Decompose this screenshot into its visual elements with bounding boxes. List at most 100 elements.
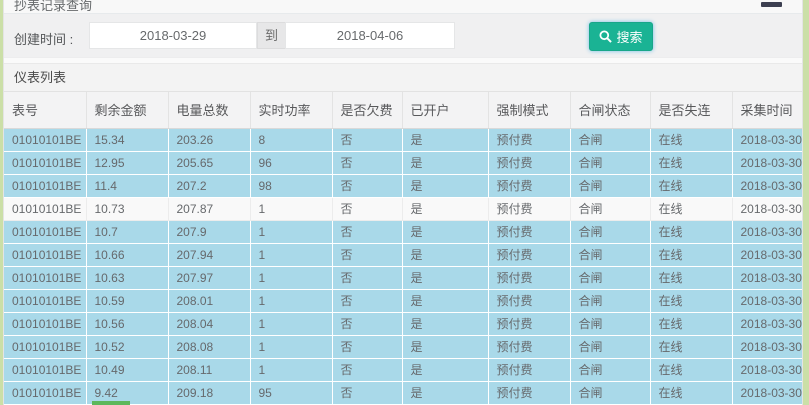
table-cell: 2018-03-30 15: (732, 289, 803, 312)
table-cell: 98 (250, 174, 332, 197)
table-cell: 在线 (650, 266, 732, 289)
table-cell: 01010101BE (4, 197, 86, 220)
table-cell: 合闸 (570, 243, 650, 266)
column-header[interactable]: 剩余金额 (86, 92, 168, 128)
table-body: 01010101BE15.34203.268否是预付费合闸在线2018-03-3… (4, 128, 803, 404)
table-row[interactable]: 01010101BE10.52208.081否是预付费合闸在线2018-03-3… (4, 335, 803, 358)
table-cell: 11.4 (86, 174, 168, 197)
table-row[interactable]: 01010101BE10.56208.041否是预付费合闸在线2018-03-3… (4, 312, 803, 335)
table-cell: 12.95 (86, 151, 168, 174)
table-cell: 01010101BE (4, 312, 86, 335)
table-cell: 合闸 (570, 335, 650, 358)
table-cell: 96 (250, 151, 332, 174)
column-header[interactable]: 是否失连 (650, 92, 732, 128)
table-cell: 否 (332, 243, 402, 266)
table-cell: 10.56 (86, 312, 168, 335)
table-cell: 1 (250, 289, 332, 312)
table-cell: 10.73 (86, 197, 168, 220)
table-row[interactable]: 01010101BE10.59208.011否是预付费合闸在线2018-03-3… (4, 289, 803, 312)
table-cell: 01010101BE (4, 128, 86, 151)
table-cell: 2018-03-30 15: (732, 151, 803, 174)
table-cell: 01010101BE (4, 289, 86, 312)
table-cell: 合闸 (570, 174, 650, 197)
table-cell: 是 (402, 358, 488, 381)
create-time-label: 创建时间 : (14, 29, 73, 48)
column-header[interactable]: 实时功率 (250, 92, 332, 128)
table-row[interactable]: 01010101BE10.63207.971否是预付费合闸在线2018-03-3… (4, 266, 803, 289)
table-cell: 01010101BE (4, 358, 86, 381)
green-indicator-bar (92, 401, 130, 405)
table-cell: 01010101BE (4, 266, 86, 289)
meter-list-header: 仪表列表 (4, 63, 802, 92)
table-cell: 是 (402, 220, 488, 243)
column-header[interactable]: 采集时间 (732, 92, 803, 128)
table-cell: 预付费 (488, 197, 570, 220)
table-cell: 合闸 (570, 381, 650, 404)
table-cell: 否 (332, 128, 402, 151)
table-row[interactable]: 01010101BE10.7207.91否是预付费合闸在线2018-03-30 … (4, 220, 803, 243)
search-icon (599, 30, 612, 43)
table-cell: 在线 (650, 335, 732, 358)
column-header[interactable]: 合闸状态 (570, 92, 650, 128)
table-cell: 209.18 (168, 381, 250, 404)
table-cell: 是 (402, 243, 488, 266)
meter-table: 表号剩余金额电量总数实时功率是否欠费已开户强制模式合闸状态是否失连采集时间 01… (4, 92, 803, 405)
table-cell: 在线 (650, 174, 732, 197)
table-cell: 207.87 (168, 197, 250, 220)
table-cell: 是 (402, 266, 488, 289)
table-cell: 预付费 (488, 174, 570, 197)
column-header[interactable]: 已开户 (402, 92, 488, 128)
table-header: 表号剩余金额电量总数实时功率是否欠费已开户强制模式合闸状态是否失连采集时间 (4, 92, 803, 128)
end-date-input[interactable] (285, 22, 455, 49)
table-cell: 1 (250, 312, 332, 335)
table-row[interactable]: 01010101BE10.66207.941否是预付费合闸在线2018-03-3… (4, 243, 803, 266)
column-header[interactable]: 是否欠费 (332, 92, 402, 128)
start-date-input[interactable] (89, 22, 257, 49)
table-row[interactable]: 01010101BE10.49208.111否是预付费合闸在线2018-03-3… (4, 358, 803, 381)
table-header-row: 表号剩余金额电量总数实时功率是否欠费已开户强制模式合闸状态是否失连采集时间 (4, 92, 803, 128)
table-cell: 是 (402, 197, 488, 220)
collapse-minus-icon[interactable] (761, 2, 782, 7)
table-cell: 否 (332, 197, 402, 220)
table-cell: 10.66 (86, 243, 168, 266)
table-row[interactable]: 01010101BE12.95205.6596否是预付费合闸在线2018-03-… (4, 151, 803, 174)
table-cell: 2018-03-30 15: (732, 243, 803, 266)
table-cell: 2018-03-30 15: (732, 197, 803, 220)
table-cell: 在线 (650, 151, 732, 174)
table-cell: 预付费 (488, 266, 570, 289)
table-cell: 15.34 (86, 128, 168, 151)
table-cell: 是 (402, 151, 488, 174)
table-row[interactable]: 01010101BE11.4207.298否是预付费合闸在线2018-03-30… (4, 174, 803, 197)
table-cell: 合闸 (570, 128, 650, 151)
table-cell: 在线 (650, 197, 732, 220)
column-header[interactable]: 电量总数 (168, 92, 250, 128)
table-cell: 是 (402, 335, 488, 358)
search-button-label: 搜索 (616, 27, 642, 46)
table-cell: 01010101BE (4, 243, 86, 266)
search-button[interactable]: 搜索 (589, 22, 653, 51)
table-cell: 在线 (650, 128, 732, 151)
table-cell: 208.11 (168, 358, 250, 381)
table-cell: 207.9 (168, 220, 250, 243)
table-cell: 在线 (650, 358, 732, 381)
table-cell: 否 (332, 174, 402, 197)
panel-title: 抄表记录查询 (14, 0, 802, 14)
table-cell: 01010101BE (4, 335, 86, 358)
table-cell: 2018-03-30 15: (732, 381, 803, 404)
panel-title-bar: 抄表记录查询 (4, 0, 802, 14)
table-cell: 208.08 (168, 335, 250, 358)
table-cell: 否 (332, 266, 402, 289)
table-row[interactable]: 01010101BE10.73207.871否是预付费合闸在线2018-03-3… (4, 197, 803, 220)
table-cell: 在线 (650, 381, 732, 404)
date-range-separator: 到 (257, 22, 286, 49)
column-header[interactable]: 表号 (4, 92, 86, 128)
filter-bar: 创建时间 : 到 搜索 (4, 14, 802, 58)
table-row[interactable]: 01010101BE15.34203.268否是预付费合闸在线2018-03-3… (4, 128, 803, 151)
table-cell: 01010101BE (4, 381, 86, 404)
table-cell: 预付费 (488, 243, 570, 266)
table-cell: 合闸 (570, 312, 650, 335)
table-cell: 是 (402, 381, 488, 404)
column-header[interactable]: 强制模式 (488, 92, 570, 128)
table-cell: 207.97 (168, 266, 250, 289)
table-cell: 在线 (650, 312, 732, 335)
